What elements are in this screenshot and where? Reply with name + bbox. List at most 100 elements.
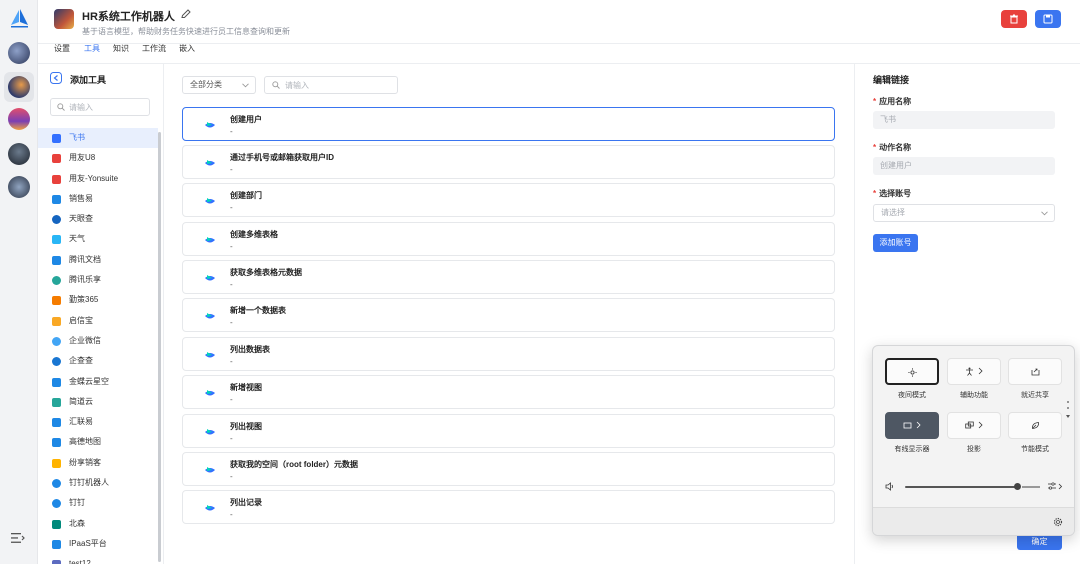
ipaas-icon (52, 539, 61, 549)
night-light-tile[interactable] (885, 358, 939, 385)
category-item[interactable]: 销售易 (38, 189, 158, 209)
category-item[interactable]: 企业微信 (38, 331, 158, 351)
feishu-icon (205, 237, 215, 243)
fxiaoke-icon (52, 458, 61, 468)
save-button[interactable] (1035, 10, 1061, 28)
project-tile[interactable] (947, 412, 1001, 439)
category-item[interactable]: 勤策365 (38, 290, 158, 310)
category-item[interactable]: 腾讯文档 (38, 250, 158, 270)
avatar-bot-4[interactable] (8, 143, 30, 165)
tool-item[interactable]: 创建多维表格 - (182, 222, 835, 256)
category-filter-value: 全部分类 (190, 80, 222, 89)
category-search-input[interactable] (69, 101, 145, 113)
category-item[interactable]: 天眼查 (38, 209, 158, 229)
tool-desc: - (230, 357, 233, 366)
category-search[interactable] (50, 98, 150, 116)
category-item[interactable]: 汇联易 (38, 412, 158, 432)
app-avatar (54, 9, 74, 29)
tool-name: 列出视图 (230, 422, 262, 431)
tool-name: 获取我的空间（root folder）元数据 (230, 460, 358, 469)
tool-item[interactable]: 新增视图 - (182, 375, 835, 409)
category-item[interactable]: 飞书 (38, 128, 158, 149)
tool-name: 新增一个数据表 (230, 306, 286, 315)
brand-logo-icon[interactable] (9, 8, 29, 28)
category-item[interactable]: 简道云 (38, 392, 158, 412)
yonyou-u8-icon (52, 154, 61, 164)
category-item[interactable]: 用友-Yonsuite (38, 169, 158, 189)
dingtalk-icon (52, 499, 61, 509)
quick-settings-footer (873, 507, 1074, 535)
tab-embed[interactable]: 嵌入 (179, 44, 195, 53)
accessibility-tile[interactable] (947, 358, 1001, 385)
category-item[interactable]: IPaaS平台 (38, 534, 158, 554)
sidebar-scrollbar[interactable] (158, 132, 161, 562)
tool-name: 获取多维表格元数据 (230, 268, 302, 277)
tool-item[interactable]: 列出视图 - (182, 414, 835, 448)
tab-tools[interactable]: 工具 (84, 44, 100, 53)
category-item[interactable]: 金蝶云星空 (38, 372, 158, 392)
app-description: 基于语言模型，帮助财务任务快速进行员工信息查询和更新 (82, 27, 290, 36)
search-icon (272, 81, 280, 89)
category-item[interactable]: 钉钉 (38, 493, 158, 513)
tab-knowledge[interactable]: 知识 (113, 44, 129, 53)
tool-search-input[interactable] (285, 79, 393, 91)
category-item[interactable]: test12 (38, 554, 158, 564)
category-item[interactable]: 腾讯乐享 (38, 270, 158, 290)
category-item[interactable]: 纷享销客 (38, 453, 158, 473)
category-filter-select[interactable]: 全部分类 (182, 76, 256, 94)
yonsuite-icon (52, 174, 61, 184)
energy-saver-tile[interactable] (1008, 412, 1062, 439)
delete-button[interactable] (1001, 10, 1027, 28)
test-icon (52, 560, 61, 564)
volume-icon[interactable] (885, 482, 895, 491)
avatar-bot-3[interactable] (8, 108, 30, 130)
back-arrow-icon[interactable] (50, 72, 62, 84)
avatar-bot-1[interactable] (8, 42, 30, 64)
add-account-button[interactable]: 添加账号 (873, 234, 918, 252)
tab-workflow[interactable]: 工作流 (142, 44, 166, 53)
tool-search[interactable] (264, 76, 398, 94)
category-item[interactable]: 企查查 (38, 351, 158, 371)
wired-display-tile[interactable] (885, 412, 939, 439)
collapse-menu-icon[interactable] (11, 532, 25, 544)
volume-slider-track[interactable] (905, 486, 1017, 488)
project-icon (965, 421, 974, 429)
page-scroll-indicator[interactable] (1065, 399, 1071, 421)
nearby-share-label: 就近共享 (1021, 392, 1049, 399)
gear-icon[interactable] (1053, 517, 1063, 527)
action-name-label: * 动作名称 (873, 143, 912, 152)
category-item[interactable]: 启信宝 (38, 311, 158, 331)
tool-item[interactable]: 通过手机号或邮箱获取用户ID - (182, 145, 835, 179)
tool-item[interactable]: 列出记录 - (182, 490, 835, 524)
tool-item[interactable]: 列出数据表 - (182, 337, 835, 371)
edit-icon[interactable] (180, 8, 192, 20)
tool-item[interactable]: 创建部门 - (182, 183, 835, 217)
nearby-share-tile[interactable] (1008, 358, 1062, 385)
tool-desc: - (230, 280, 233, 289)
tool-item[interactable]: 获取多维表格元数据 - (182, 260, 835, 294)
dingtalk-bot-icon (52, 479, 61, 489)
category-item[interactable]: 高德地图 (38, 432, 158, 452)
panel-title: 编辑链接 (873, 75, 910, 85)
trash-icon (1010, 14, 1018, 24)
tool-item[interactable]: 新增一个数据表 - (182, 298, 835, 332)
volume-slider-thumb[interactable] (1014, 483, 1021, 490)
tencent-docs-icon (52, 255, 61, 265)
tool-desc: - (230, 510, 233, 519)
accessibility-label: 辅助功能 (960, 392, 988, 399)
category-item[interactable]: 天气 (38, 229, 158, 249)
category-item[interactable]: 钉钉机器人 (38, 473, 158, 493)
avatar-bot-2[interactable] (4, 72, 34, 102)
category-item[interactable]: 用友U8 (38, 148, 158, 168)
audio-output-icon[interactable] (1047, 482, 1063, 491)
accessibility-icon (966, 367, 973, 376)
avatar-bot-5[interactable] (8, 176, 30, 198)
account-select[interactable]: 请选择 (873, 204, 1055, 222)
tool-item[interactable]: 创建用户 - (182, 107, 835, 141)
tool-item[interactable]: 获取我的空间（root folder）元数据 - (182, 452, 835, 486)
category-item[interactable]: 北森 (38, 514, 158, 534)
tool-desc: - (230, 434, 233, 443)
tool-desc: - (230, 318, 233, 327)
tab-settings[interactable]: 设置 (54, 44, 70, 53)
chevron-down-icon (1041, 211, 1048, 216)
